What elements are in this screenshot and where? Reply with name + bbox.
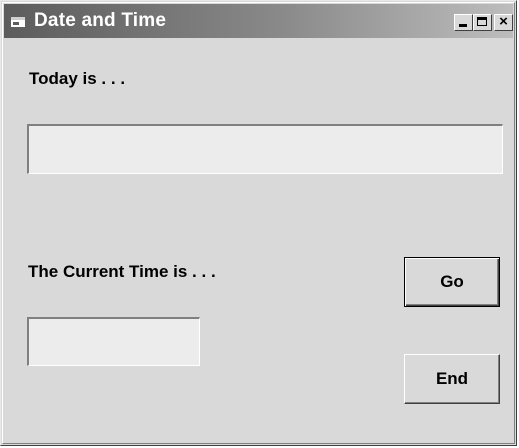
close-icon: × [499,13,508,30]
minimize-button[interactable] [454,14,473,31]
title-bar[interactable]: Date and Time × [4,4,513,38]
current-time-label: The Current Time is . . . [28,262,216,281]
close-button[interactable]: × [494,14,513,31]
date-textbox[interactable] [27,124,503,174]
end-button[interactable]: End [404,354,500,404]
go-button[interactable]: Go [404,257,500,307]
time-textbox[interactable] [27,317,200,366]
maximize-button[interactable] [473,14,492,31]
window-title: Date and Time [34,10,167,31]
maximize-icon [477,17,487,26]
main-window: Date and Time × Today is . . . The Curre… [0,0,517,446]
app-window-icon [11,17,25,27]
minimize-icon [459,24,467,27]
today-label: Today is . . . [29,69,126,88]
